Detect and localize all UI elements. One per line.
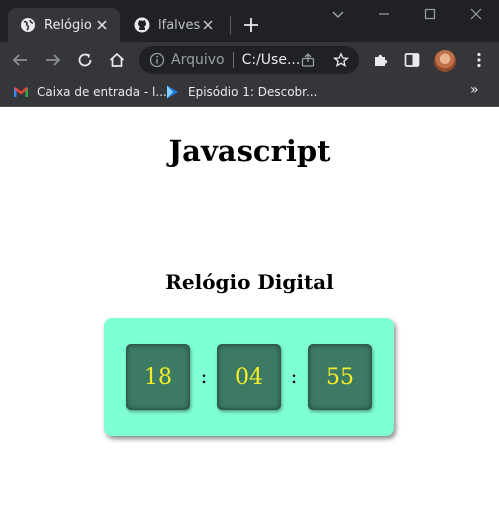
address-url[interactable]: C:/Use... bbox=[242, 52, 301, 68]
bookmark-label: Episódio 1: Descobr... bbox=[188, 85, 318, 99]
new-tab-plus-icon[interactable] bbox=[242, 16, 260, 34]
digital-clock: 18 : 04 : 55 bbox=[104, 318, 394, 436]
close-icon[interactable] bbox=[200, 17, 216, 33]
globe-icon bbox=[21, 18, 35, 32]
bookmark-label: Caixa de entrada - l... bbox=[37, 85, 167, 99]
browser-toolbar: Arquivo C:/Use... bbox=[0, 42, 499, 78]
file-scheme-label: Arquivo bbox=[171, 52, 225, 68]
tab-search-chevron-icon[interactable] bbox=[330, 6, 346, 22]
maximize-icon[interactable] bbox=[422, 6, 438, 22]
home-icon[interactable] bbox=[108, 51, 126, 69]
github-icon bbox=[134, 17, 150, 33]
tab-separator bbox=[230, 16, 231, 34]
gmail-icon bbox=[14, 87, 28, 97]
share-icon[interactable] bbox=[300, 52, 316, 68]
tab-title: lfalvespe bbox=[158, 17, 200, 33]
clock-seconds: 55 bbox=[308, 344, 372, 410]
address-bar[interactable]: Arquivo C:/Use... bbox=[139, 46, 359, 74]
tab-relogio[interactable]: Relógio bbox=[8, 8, 120, 42]
close-icon[interactable] bbox=[94, 17, 110, 33]
bookmarks-overflow-button[interactable]: » bbox=[470, 82, 479, 98]
play-icon bbox=[167, 85, 178, 99]
side-panel-icon[interactable] bbox=[403, 51, 421, 69]
reload-icon[interactable] bbox=[76, 51, 94, 69]
extensions-puzzle-icon[interactable] bbox=[372, 51, 390, 69]
address-divider bbox=[232, 52, 234, 68]
clock-separator: : bbox=[290, 364, 298, 388]
clock-hours: 18 bbox=[126, 344, 190, 410]
page-heading: Javascript bbox=[168, 134, 331, 168]
minimize-icon[interactable] bbox=[376, 6, 392, 22]
tab-github[interactable]: lfalvespe bbox=[122, 8, 226, 42]
tab-title: Relógio bbox=[44, 17, 92, 33]
more-menu-icon[interactable] bbox=[470, 51, 488, 69]
clock-separator: : bbox=[200, 364, 208, 388]
bookmarks-bar: Caixa de entrada - l... Episódio 1: Desc… bbox=[0, 78, 499, 107]
clock-title: Relógio Digital bbox=[165, 270, 334, 294]
forward-arrow-icon[interactable] bbox=[44, 51, 62, 69]
profile-avatar[interactable] bbox=[434, 50, 456, 72]
bookmark-episodio[interactable]: Episódio 1: Descobr... bbox=[164, 84, 317, 100]
close-window-icon[interactable] bbox=[468, 6, 484, 22]
clock-minutes: 04 bbox=[217, 344, 281, 410]
star-bookmark-icon[interactable] bbox=[333, 52, 349, 68]
back-arrow-icon[interactable] bbox=[11, 51, 29, 69]
browser-titlebar: Relógio lfalvespe bbox=[0, 0, 499, 42]
info-icon[interactable] bbox=[149, 52, 165, 68]
bookmark-gmail[interactable]: Caixa de entrada - l... bbox=[13, 84, 167, 100]
